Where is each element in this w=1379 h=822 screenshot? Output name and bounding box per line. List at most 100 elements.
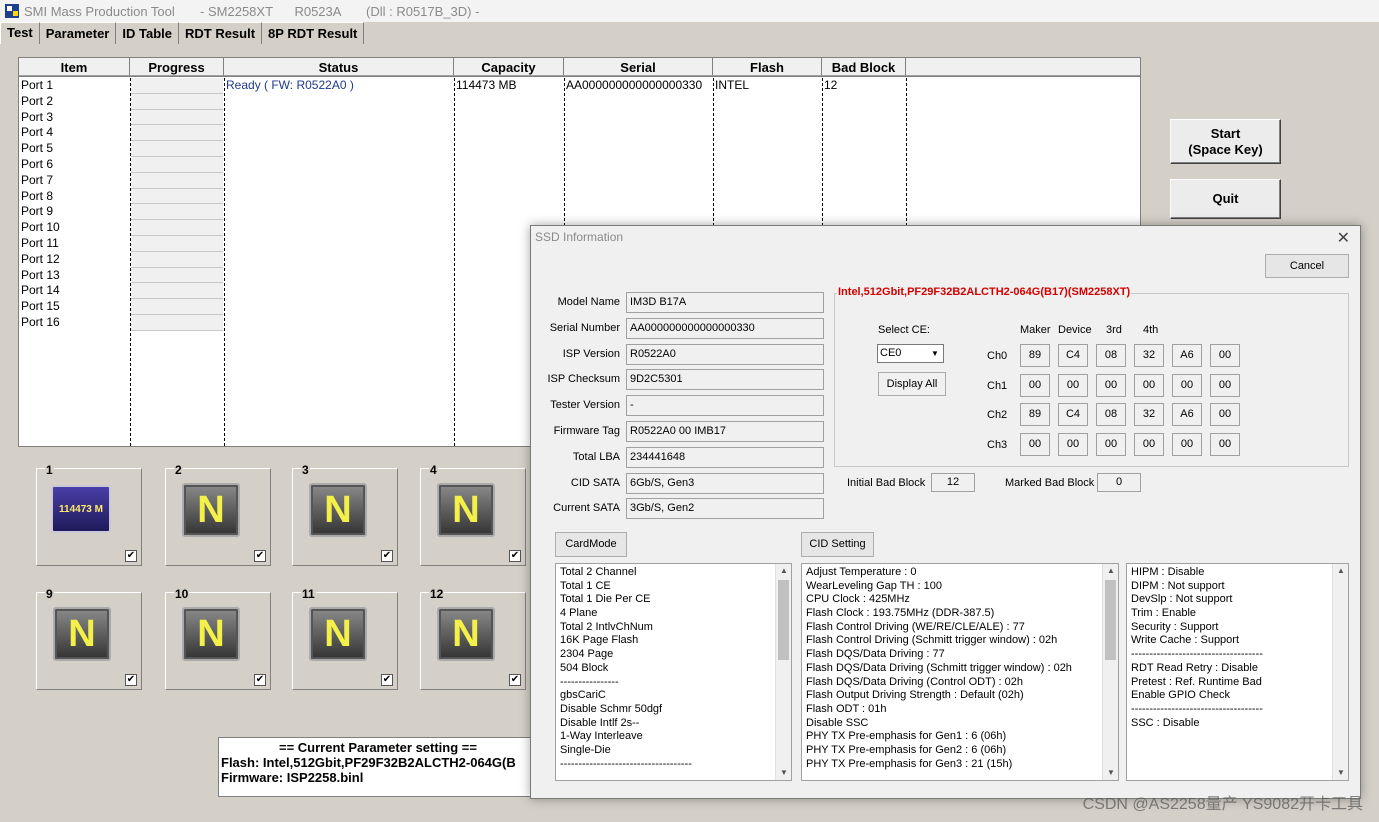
port-checkbox[interactable]: ✔	[381, 674, 393, 686]
flash-id-byte: 00	[1020, 373, 1050, 397]
table-row[interactable]: Port 7	[19, 172, 1140, 189]
port-checkbox[interactable]: ✔	[254, 674, 266, 686]
port-bad-block	[822, 157, 906, 173]
no-device-icon: N	[309, 483, 367, 537]
scroll-thumb[interactable]	[778, 580, 789, 660]
scroll-up-icon[interactable]: ▲	[1333, 564, 1348, 578]
header-status[interactable]: Status	[224, 58, 454, 76]
table-row[interactable]: Port 2	[19, 93, 1140, 110]
flash-id-byte: 00	[1210, 344, 1240, 367]
scroll-up-icon[interactable]: ▲	[1103, 564, 1118, 578]
progress-bar	[130, 204, 224, 221]
header-capacity[interactable]: Capacity	[454, 58, 564, 76]
field-label: Total LBA	[572, 450, 620, 463]
progress-bar	[130, 188, 224, 205]
flash-info-line: 1-Way Interleave	[560, 730, 643, 743]
cardmode-button[interactable]: CardMode	[555, 532, 627, 557]
table-row[interactable]: Port 9	[19, 204, 1140, 221]
port-bad-block	[822, 94, 906, 110]
marked-bad-block-value: 0	[1097, 473, 1141, 492]
port-checkbox[interactable]: ✔	[125, 674, 137, 686]
port-flash	[713, 173, 822, 189]
controller-info-list[interactable]: Adjust Temperature : 0 WearLeveling Gap T…	[801, 563, 1119, 781]
select-ce-dropdown[interactable]: CE0 ▼	[877, 344, 944, 363]
feature-info-line: Pretest : Ref. Runtime Bad	[1131, 675, 1262, 688]
flash-id-byte: 89	[1020, 403, 1050, 426]
close-icon[interactable]: ✕	[1337, 228, 1350, 248]
header-bad-block[interactable]: Bad Block	[822, 58, 906, 76]
field-value: R0522A0 00 IMB17	[626, 421, 824, 442]
port-flash: INTEL	[715, 78, 750, 92]
port-tile-11[interactable]: 11 N ✔	[292, 587, 398, 690]
scroll-thumb[interactable]	[1105, 580, 1116, 660]
port-status	[224, 157, 454, 173]
id-header-maker: Maker	[1020, 324, 1051, 336]
tab-id-table[interactable]: ID Table	[116, 22, 179, 44]
flash-id-byte: 00	[1058, 432, 1088, 456]
table-header: Item Progress Status Capacity Serial Fla…	[19, 58, 1140, 77]
scroll-down-icon[interactable]: ▼	[776, 766, 791, 780]
progress-bar	[130, 299, 224, 315]
scrollbar[interactable]: ▲ ▼	[1102, 564, 1118, 780]
dialog-title: SSD Information	[535, 230, 624, 244]
scroll-up-icon[interactable]: ▲	[776, 564, 791, 578]
header-flash[interactable]: Flash	[713, 58, 822, 76]
tile-number: 2	[174, 463, 183, 477]
port-tile-10[interactable]: 10 N ✔	[165, 587, 271, 690]
flash-info-line: 16K Page Flash	[560, 634, 639, 647]
controller-info-line: Flash DQS/Data Driving (Schmitt trigger …	[806, 661, 1072, 674]
title-bar: SMI Mass Production Tool - SM2258XT R052…	[0, 0, 1379, 22]
port-checkbox[interactable]: ✔	[125, 550, 137, 562]
quit-button[interactable]: Quit	[1170, 179, 1281, 219]
table-row[interactable]: Port 4	[19, 125, 1140, 142]
scrollbar[interactable]: ▲ ▼	[775, 564, 791, 780]
id-header-3rd: 3rd	[1106, 324, 1122, 336]
header-item[interactable]: Item	[19, 58, 130, 76]
window-title: SMI Mass Production Tool - SM2258XT R052…	[24, 3, 480, 19]
tab-test[interactable]: Test	[0, 22, 40, 44]
table-row[interactable]: Port 3	[19, 109, 1140, 126]
port-item: Port 5	[21, 141, 54, 156]
port-checkbox[interactable]: ✔	[381, 550, 393, 562]
port-tile-1[interactable]: 1 114473 M ✔	[36, 463, 142, 566]
scroll-down-icon[interactable]: ▼	[1103, 766, 1118, 780]
header-serial[interactable]: Serial	[564, 58, 713, 76]
port-checkbox[interactable]: ✔	[254, 550, 266, 562]
flash-info-list[interactable]: Total 2 Channel Total 1 CE Total 1 Die Per…	[555, 563, 792, 781]
tab-parameter[interactable]: Parameter	[39, 22, 117, 44]
flash-id-byte: A6	[1172, 403, 1202, 426]
progress-track	[131, 141, 223, 157]
progress-bar	[130, 109, 224, 126]
column-divider	[130, 78, 131, 446]
header-progress[interactable]: Progress	[130, 58, 224, 76]
scrollbar[interactable]: ▲ ▼	[1332, 564, 1348, 780]
table-row[interactable]: Port 1 Ready ( FW: R0522A0 ) 114473 MB AA00…	[19, 78, 1140, 94]
tab-8p-rdt-result[interactable]: 8P RDT Result	[262, 22, 365, 44]
port-item: Port 7	[21, 172, 54, 187]
port-tile-2[interactable]: 2 N ✔	[165, 463, 271, 566]
tab-rdt-result[interactable]: RDT Result	[178, 22, 263, 44]
cancel-button[interactable]: Cancel	[1265, 254, 1349, 278]
feature-info-list[interactable]: HIPM : Disable DIPM : Not support DevSlp :…	[1126, 563, 1349, 781]
scroll-down-icon[interactable]: ▼	[1333, 766, 1348, 780]
port-checkbox[interactable]: ✔	[509, 674, 521, 686]
controller-info-line: PHY TX Pre-emphasis for Gen1 : 6 (06h)	[806, 730, 1007, 743]
controller-info-line: Flash DQS/Data Driving : 77	[806, 648, 945, 661]
table-row[interactable]: Port 8	[19, 188, 1140, 205]
controller-info-line: Flash ODT : 01h	[806, 702, 887, 715]
port-tile-9[interactable]: 9 N ✔	[36, 587, 142, 690]
port-tile-12[interactable]: 12 N ✔	[420, 587, 526, 690]
feature-info-line: Trim : Enable	[1131, 607, 1197, 620]
start-button[interactable]: Start (Space Key)	[1170, 119, 1281, 164]
tile-number: 11	[301, 587, 316, 601]
display-all-button[interactable]: Display All	[878, 372, 946, 396]
feature-info-line: DevSlp : Not support	[1131, 593, 1233, 606]
table-row[interactable]: Port 5	[19, 141, 1140, 157]
table-row[interactable]: Port 6	[19, 156, 1140, 173]
port-item: Port 6	[21, 156, 54, 171]
port-tile-3[interactable]: 3 N ✔	[292, 463, 398, 566]
port-tile-4[interactable]: 4 N ✔	[420, 463, 526, 566]
cid-setting-button[interactable]: CID Setting	[801, 532, 874, 557]
port-checkbox[interactable]: ✔	[509, 550, 521, 562]
controller-info-line: Flash Control Driving (Schmitt trigger w…	[806, 634, 1058, 647]
